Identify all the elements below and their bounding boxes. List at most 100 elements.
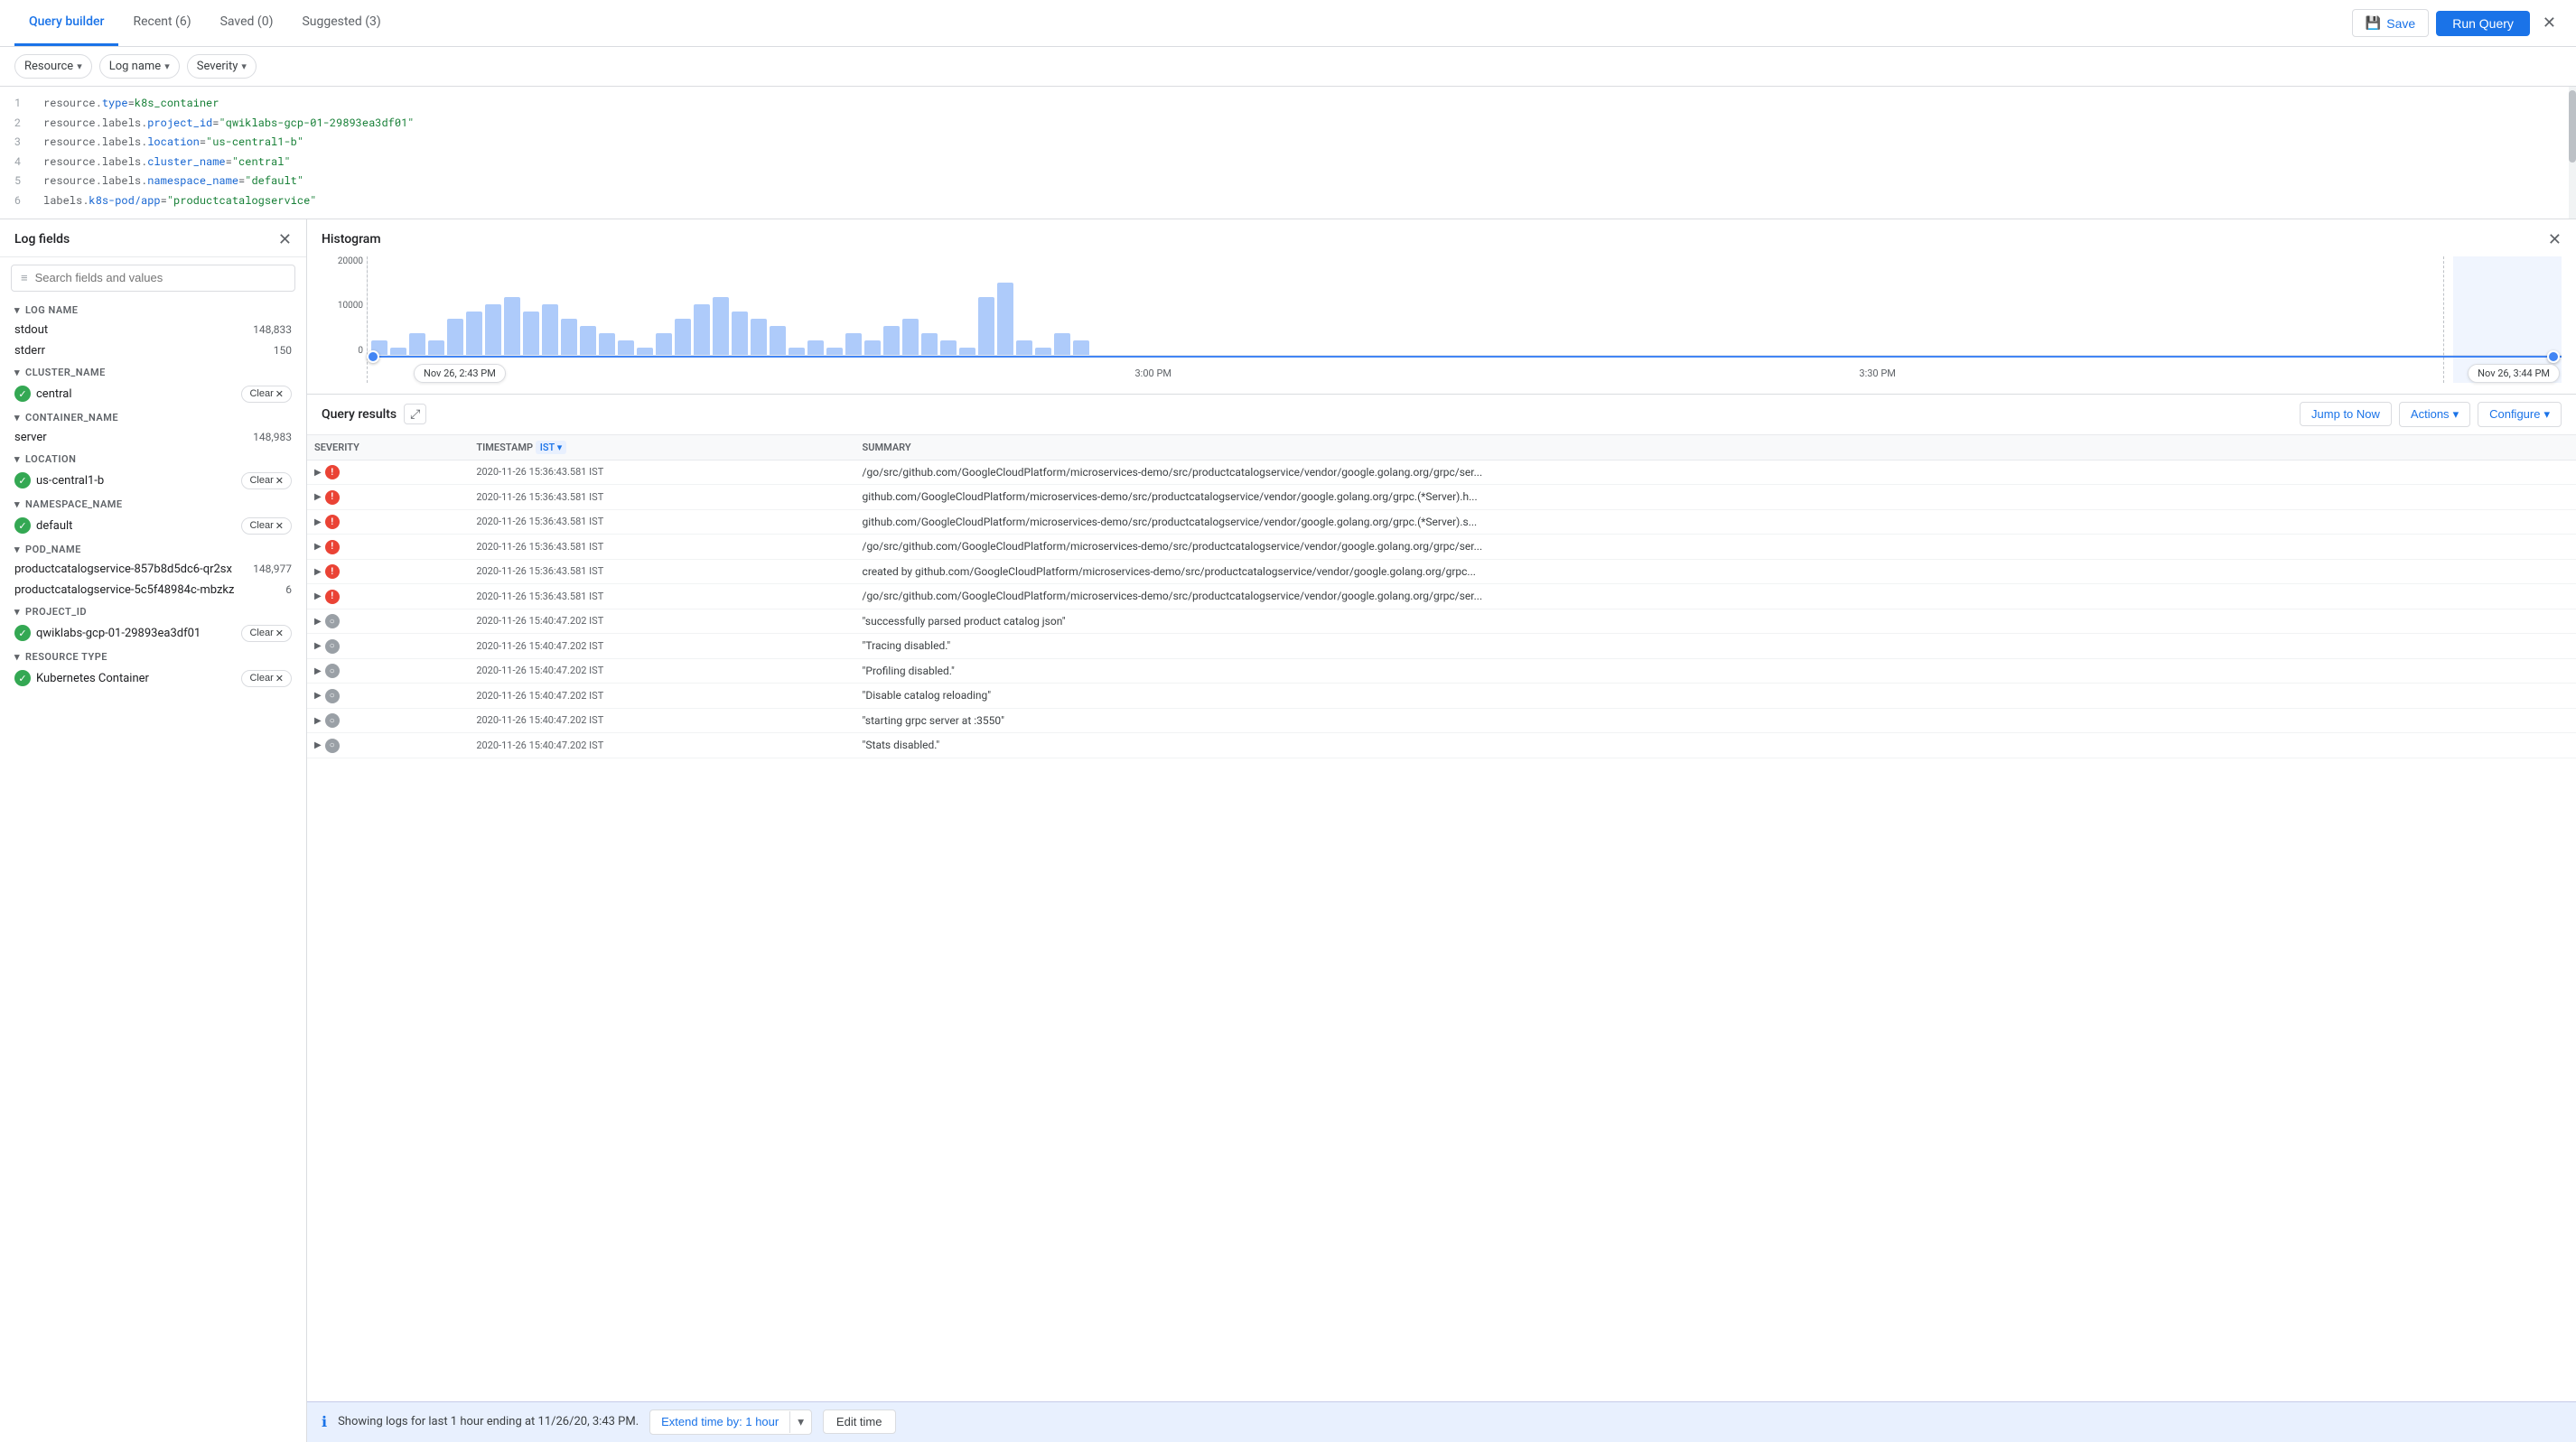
field-label: server — [14, 431, 47, 444]
timestamp-cell: 2020-11-26 15:36:43.581 IST — [469, 509, 854, 535]
chevron-down-icon: ▾ — [14, 651, 20, 663]
jump-to-now-button[interactable]: Jump to Now — [2300, 402, 2392, 426]
histogram-close-button[interactable]: ✕ — [2548, 230, 2562, 249]
table-row[interactable]: ▶!2020-11-26 15:36:43.581 ISTgithub.com/… — [307, 485, 2576, 510]
row-expand-icon[interactable]: ▶ — [314, 740, 325, 750]
row-expand-icon[interactable]: ▶ — [314, 641, 325, 651]
summary-cell: "Profiling disabled." — [855, 658, 2576, 684]
timestamp-cell: 2020-11-26 15:36:43.581 IST — [469, 460, 854, 485]
ist-badge[interactable]: IST ▾ — [536, 441, 566, 454]
severity-icon: ○ — [325, 664, 340, 678]
extend-time-btn-group: Extend time by: 1 hour ▾ — [649, 1409, 812, 1435]
row-expand-icon[interactable]: ▶ — [314, 716, 325, 726]
section-resource-type[interactable]: ▾ RESOURCE TYPE — [0, 646, 306, 666]
table-row[interactable]: ▶○2020-11-26 15:40:47.202 IST"Tracing di… — [307, 634, 2576, 659]
search-fields-input[interactable] — [35, 271, 285, 284]
clear-button[interactable]: Clear ✕ — [241, 670, 292, 687]
table-row[interactable]: ▶○2020-11-26 15:40:47.202 IST"Disable ca… — [307, 684, 2576, 709]
query-scrollbar[interactable] — [2569, 87, 2576, 219]
severity-filter-chip[interactable]: Severity ▾ — [187, 54, 257, 79]
table-row[interactable]: ▶!2020-11-26 15:36:43.581 IST/go/src/git… — [307, 584, 2576, 609]
clear-button[interactable]: Clear ✕ — [241, 386, 292, 403]
extend-time-button[interactable]: Extend time by: 1 hour — [650, 1410, 789, 1433]
table-row[interactable]: ▶!2020-11-26 15:36:43.581 IST/go/src/git… — [307, 460, 2576, 485]
results-table: SEVERITY TIMESTAMP IST ▾ SUMMARY ▶!2020-… — [307, 435, 2576, 1401]
timestamp-cell: 2020-11-26 15:36:43.581 IST — [469, 584, 854, 609]
row-expand-icon[interactable]: ▶ — [314, 691, 325, 701]
main-content: Log fields ✕ ≡ ▾ LOG NAME stdout 148,833… — [0, 219, 2576, 1442]
expand-results-button[interactable]: ⤢ — [404, 404, 426, 424]
section-log-name[interactable]: ▾ LOG NAME — [0, 299, 306, 320]
list-item[interactable]: ✓ Kubernetes Container Clear ✕ — [0, 666, 306, 691]
table-row[interactable]: ▶○2020-11-26 15:40:47.202 IST"Profiling … — [307, 658, 2576, 684]
bottom-bar-message: Showing logs for last 1 hour ending at 1… — [338, 1415, 639, 1428]
chevron-down-icon: ▾ — [2543, 407, 2550, 422]
list-item[interactable]: ✓ central Clear ✕ — [0, 382, 306, 406]
section-cluster-name[interactable]: ▾ CLUSTER_NAME — [0, 361, 306, 382]
actions-button[interactable]: Actions ▾ — [2399, 402, 2470, 427]
row-expand-icon[interactable]: ▶ — [314, 517, 325, 527]
tab-saved[interactable]: Saved (0) — [206, 0, 288, 46]
resource-filter-chip[interactable]: Resource ▾ — [14, 54, 92, 79]
summary-cell: github.com/GoogleCloudPlatform/microserv… — [855, 509, 2576, 535]
save-button[interactable]: 💾 Save — [2352, 9, 2429, 37]
severity-icon: ! — [325, 490, 340, 505]
edit-time-button[interactable]: Edit time — [823, 1409, 896, 1434]
table-row[interactable]: ▶○2020-11-26 15:40:47.202 IST"starting g… — [307, 708, 2576, 733]
time-3pm-label: 3:00 PM — [1135, 367, 1171, 379]
section-pod-name[interactable]: ▾ POD_NAME — [0, 538, 306, 559]
tab-suggested[interactable]: Suggested (3) — [287, 0, 395, 46]
tab-recent[interactable]: Recent (6) — [118, 0, 205, 46]
chevron-down-icon: ▾ — [2453, 407, 2459, 422]
table-row[interactable]: ▶!2020-11-26 15:36:43.581 ISTgithub.com/… — [307, 509, 2576, 535]
list-item[interactable]: productcatalogservice-5c5f48984c-mbzkz 6 — [0, 580, 306, 600]
table-row[interactable]: ▶!2020-11-26 15:36:43.581 ISTcreated by … — [307, 559, 2576, 584]
configure-button[interactable]: Configure ▾ — [2478, 402, 2562, 427]
severity-icon: ○ — [325, 614, 340, 628]
chevron-down-icon: ▾ — [14, 544, 20, 555]
tabs: Query builder Recent (6) Saved (0) Sugge… — [14, 0, 396, 46]
row-expand-icon[interactable]: ▶ — [314, 567, 325, 577]
histogram-x-axis: Nov 26, 2:43 PM 3:00 PM 3:30 PM Nov 26, … — [367, 358, 2562, 383]
table-row[interactable]: ▶○2020-11-26 15:40:47.202 IST"Stats disa… — [307, 733, 2576, 758]
query-editor[interactable]: 1 resource.type=k8s_container 2 resource… — [0, 87, 2576, 219]
logname-filter-chip[interactable]: Log name ▾ — [99, 54, 180, 79]
clear-button[interactable]: Clear ✕ — [241, 472, 292, 489]
row-expand-icon[interactable]: ▶ — [314, 617, 325, 627]
log-fields-close-button[interactable]: ✕ — [278, 230, 292, 249]
tab-query-builder[interactable]: Query builder — [14, 0, 118, 46]
list-item[interactable]: stderr 150 — [0, 340, 306, 361]
fields-list: ▾ LOG NAME stdout 148,833 stderr 150 ▾ C… — [0, 299, 306, 1442]
list-item[interactable]: ✓ us-central1-b Clear ✕ — [0, 469, 306, 493]
chevron-down-icon: ▾ — [241, 60, 247, 72]
section-project-id[interactable]: ▾ PROJECT_ID — [0, 600, 306, 621]
close-button[interactable]: ✕ — [2537, 8, 2562, 38]
list-item[interactable]: productcatalogservice-857b8d5dc6-qr2sx 1… — [0, 559, 306, 580]
time-start-label: Nov 26, 2:43 PM — [414, 364, 506, 383]
section-location[interactable]: ▾ LOCATION — [0, 448, 306, 469]
row-expand-icon[interactable]: ▶ — [314, 666, 325, 676]
table-row[interactable]: ▶○2020-11-26 15:40:47.202 IST"successful… — [307, 609, 2576, 634]
time-end-label: Nov 26, 3:44 PM — [2468, 364, 2560, 383]
chevron-down-icon: ▾ — [14, 304, 20, 316]
section-namespace-name[interactable]: ▾ NAMESPACE_NAME — [0, 493, 306, 514]
table-row[interactable]: ▶!2020-11-26 15:36:43.581 IST/go/src/git… — [307, 535, 2576, 560]
col-timestamp[interactable]: TIMESTAMP IST ▾ — [469, 435, 854, 461]
section-container-name[interactable]: ▾ CONTAINER_NAME — [0, 406, 306, 427]
row-expand-icon[interactable]: ▶ — [314, 468, 325, 478]
row-expand-icon[interactable]: ▶ — [314, 542, 325, 552]
list-item[interactable]: ✓ default Clear ✕ — [0, 514, 306, 538]
field-count: 150 — [274, 344, 292, 357]
run-query-button[interactable]: Run Query — [2436, 11, 2530, 36]
clear-button[interactable]: Clear ✕ — [241, 625, 292, 642]
clear-button[interactable]: Clear ✕ — [241, 517, 292, 535]
list-item[interactable]: server 148,983 — [0, 427, 306, 448]
list-item[interactable]: ✓ qwiklabs-gcp-01-29893ea3df01 Clear ✕ — [0, 621, 306, 646]
list-item[interactable]: stdout 148,833 — [0, 320, 306, 340]
histogram-section: Histogram ✕ 20000 10000 0 — [307, 219, 2576, 395]
extend-time-dropdown-button[interactable]: ▾ — [790, 1410, 811, 1434]
row-expand-icon[interactable]: ▶ — [314, 591, 325, 601]
timestamp-cell: 2020-11-26 15:40:47.202 IST — [469, 684, 854, 709]
histogram-title: Histogram — [322, 232, 381, 247]
row-expand-icon[interactable]: ▶ — [314, 492, 325, 502]
